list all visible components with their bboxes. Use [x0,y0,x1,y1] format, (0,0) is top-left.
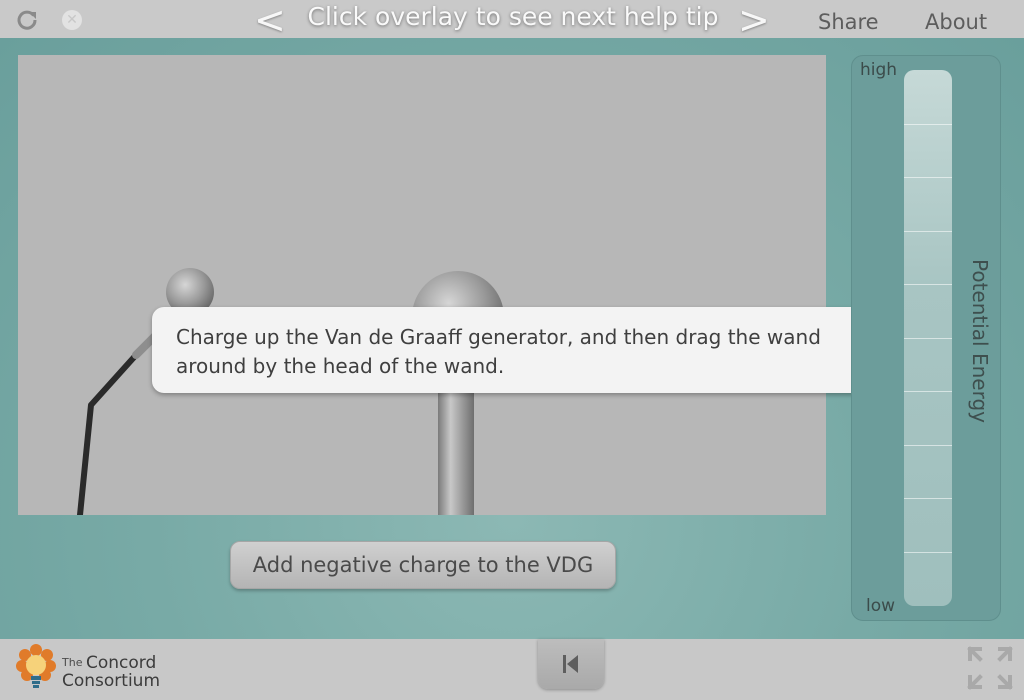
meter-low-label: low [866,596,896,616]
top-toolbar: ✕ < Click overlay to see next help tip >… [0,0,1024,40]
bottom-bar: The Concord Consortium [0,639,1024,700]
help-tooltip[interactable]: Charge up the Van de Graaff generator, a… [152,307,872,393]
rewind-to-start-button[interactable] [538,639,604,689]
concord-consortium-logo[interactable]: The Concord Consortium [14,644,174,694]
logo-consortium-text: Consortium [62,671,161,691]
meter-bar [904,70,952,606]
simulation-canvas[interactable] [18,55,826,515]
potential-energy-meter: high low Potential Energy [851,55,1001,621]
share-link[interactable]: Share [818,10,879,34]
next-tip-button[interactable]: > [738,0,770,40]
close-icon[interactable]: ✕ [60,8,84,32]
main-area: Charge up the Van de Graaff generator, a… [0,38,1024,639]
meter-title: Potential Energy [968,259,992,423]
meter-high-label: high [860,60,898,80]
lightbulb-flower-icon [16,644,56,688]
previous-tip-button[interactable]: < [254,0,286,40]
reload-icon[interactable] [15,8,39,32]
add-negative-charge-button[interactable]: Add negative charge to the VDG [230,541,616,589]
wand-cable [77,352,139,515]
about-link[interactable]: About [925,10,987,34]
rewind-to-start-icon [563,655,578,673]
logo-the-text: The [62,656,83,669]
logo-concord-text: Concord [86,653,157,673]
fullscreen-icon[interactable] [966,645,1014,691]
help-tip-title[interactable]: Click overlay to see next help tip [300,2,726,31]
